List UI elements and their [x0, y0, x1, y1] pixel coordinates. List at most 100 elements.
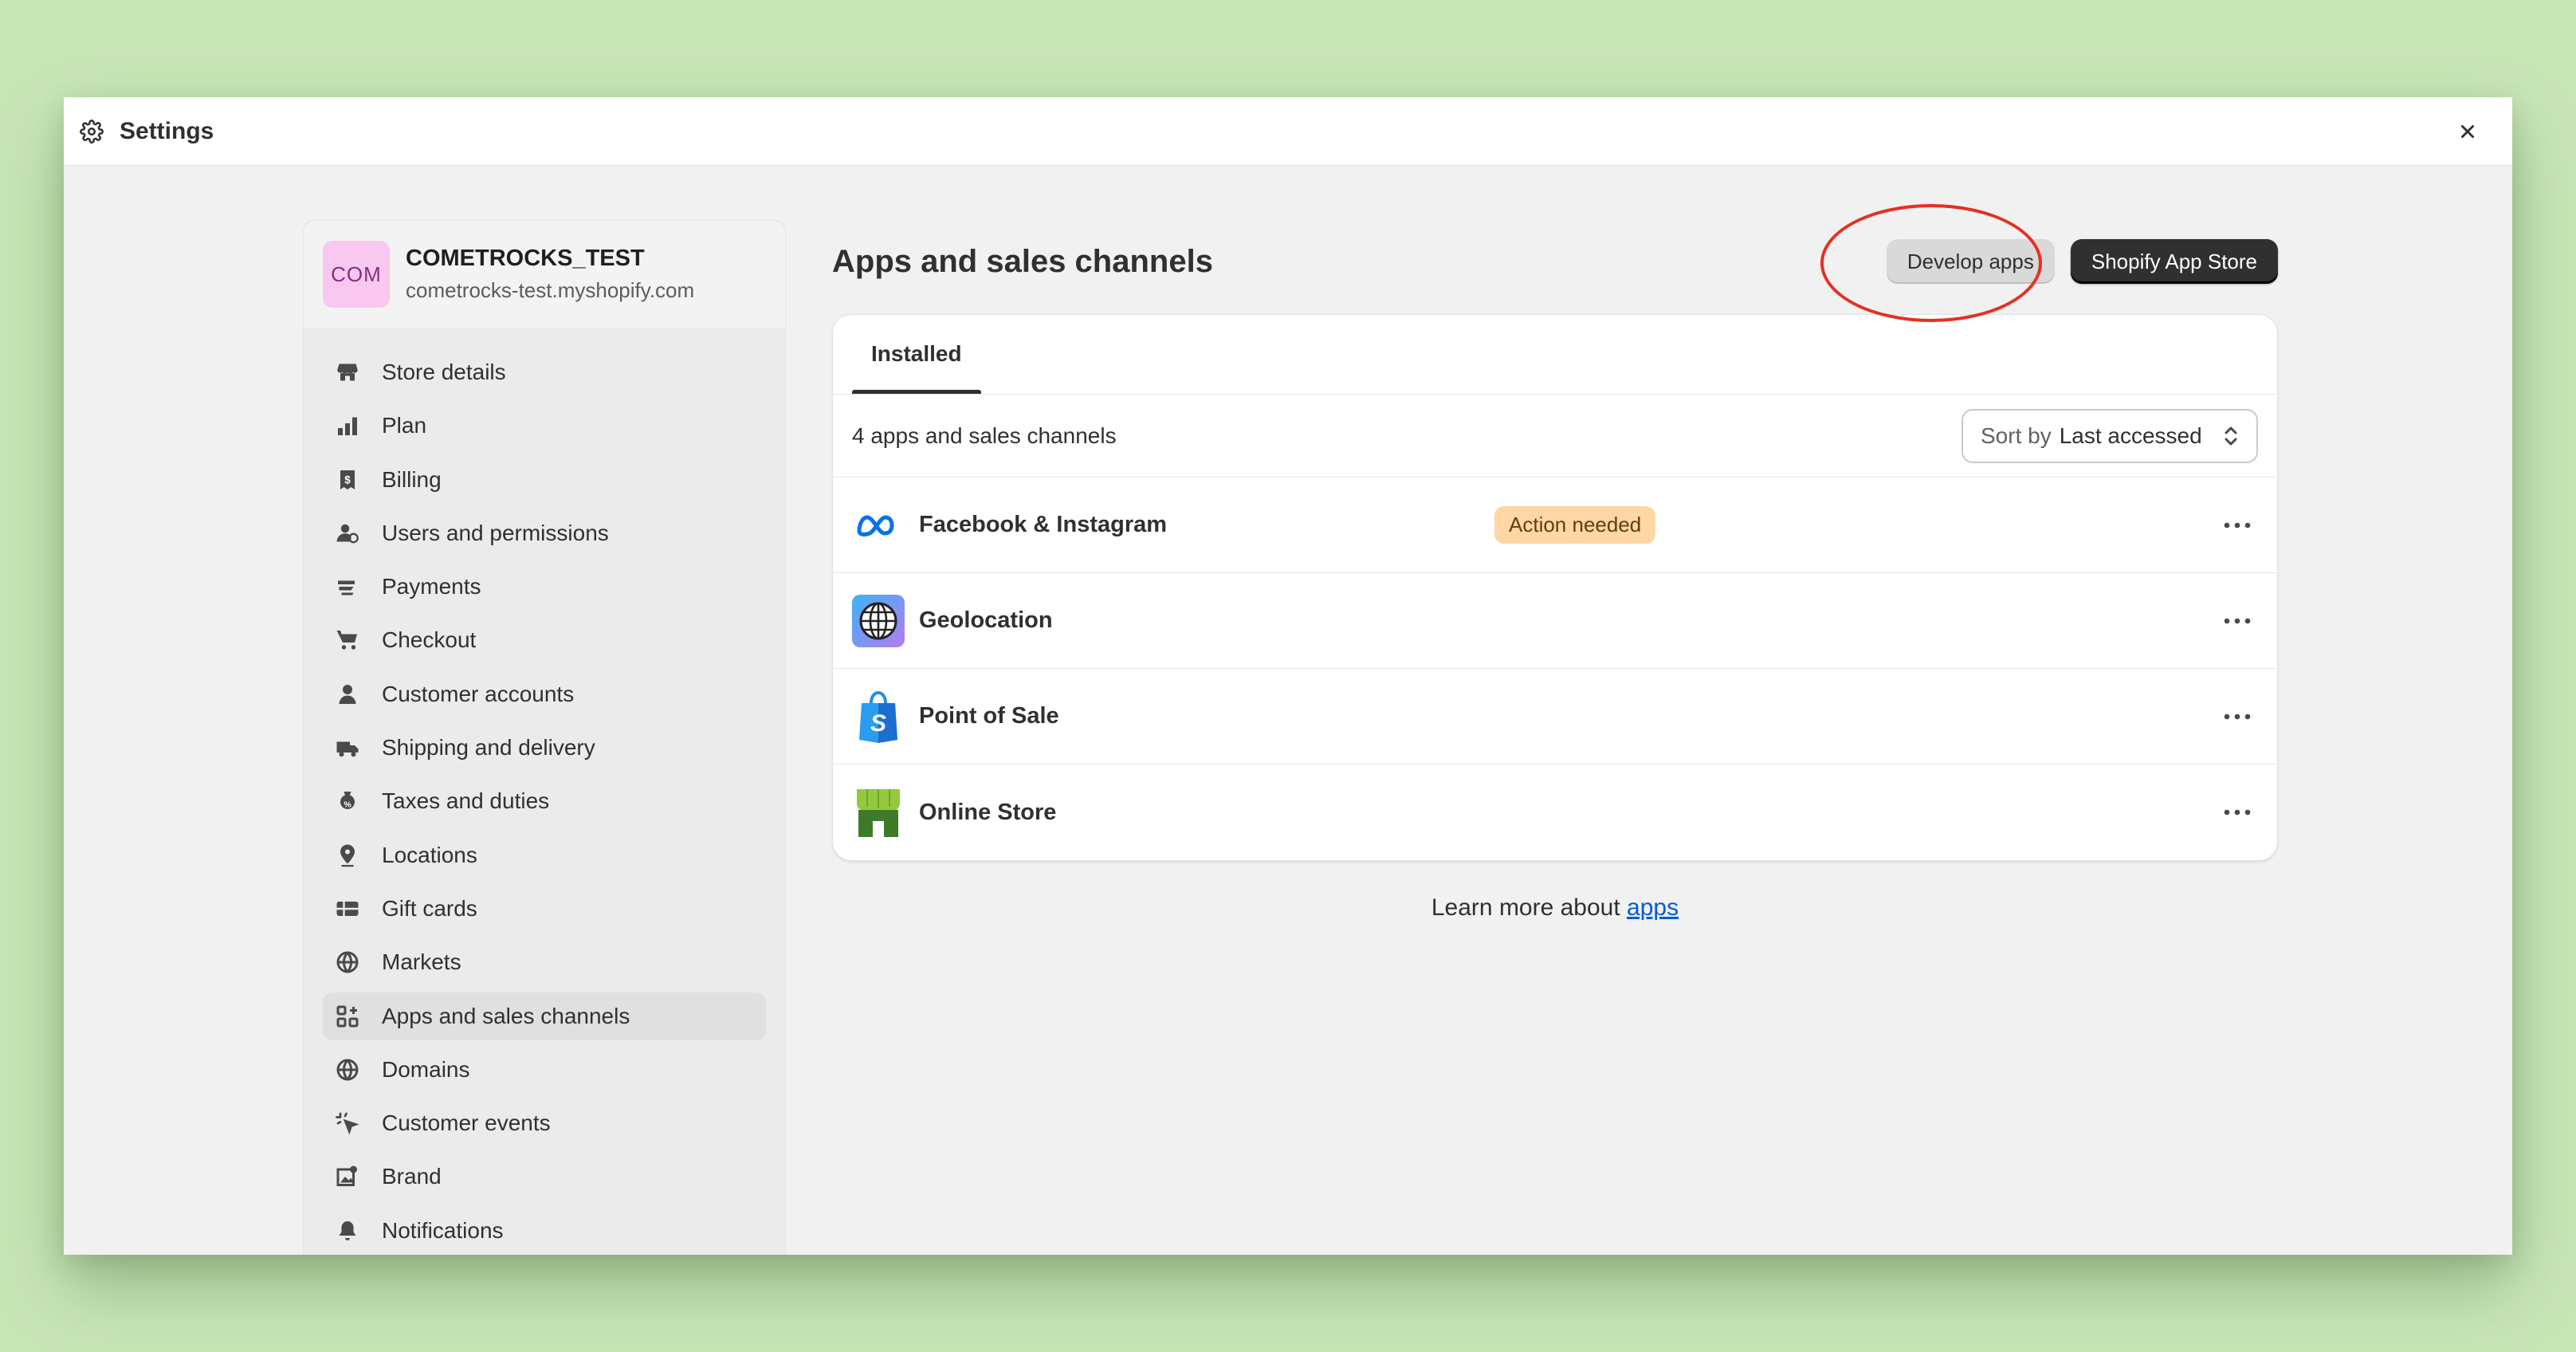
more-actions-icon[interactable] [2217, 792, 2258, 833]
store-info: COMETROCKS_TEST cometrocks-test.myshopif… [406, 246, 694, 303]
apps-count: 4 apps and sales channels [852, 422, 1117, 448]
sidebar-item-markets[interactable]: Markets [323, 938, 766, 986]
app-row[interactable]: S Point of Sale [833, 669, 2277, 764]
sidebar-item-label: Users and permissions [382, 520, 609, 545]
brand-icon [334, 1163, 361, 1190]
online-store-icon [852, 786, 905, 839]
tax-icon: % [334, 788, 361, 815]
sidebar-item-label: Markets [382, 949, 461, 975]
globe-icon [334, 949, 361, 976]
person-icon [334, 681, 361, 708]
gift-card-icon [334, 895, 361, 922]
main-content: Apps and sales channels Develop apps Sho… [832, 204, 2278, 922]
meta-icon [852, 499, 905, 552]
app-name: Point of Sale [919, 703, 1059, 729]
shopify-app-store-button[interactable]: Shopify App Store [2070, 239, 2278, 284]
sort-value: Last accessed [2059, 422, 2202, 448]
users-icon [334, 520, 361, 547]
sidebar-item-users[interactable]: Users and permissions [323, 509, 766, 557]
sidebar-item-label: Locations [382, 842, 477, 867]
status-badge: Action needed [1494, 506, 1656, 544]
plan-icon [334, 412, 361, 439]
app-row[interactable]: Online Store [833, 764, 2277, 860]
sidebar-item-apps[interactable]: Apps and sales channels [323, 992, 766, 1040]
sidebar-item-label: Taxes and duties [382, 788, 550, 814]
tab-bar: Installed [833, 315, 2277, 395]
app-row[interactable]: Geolocation [833, 573, 2277, 669]
cart-icon [334, 627, 361, 654]
sidebar-item-checkout[interactable]: Checkout [323, 616, 766, 664]
learn-more-text: Learn more about apps [832, 894, 2278, 922]
apps-card: Installed 4 apps and sales channels Sort… [832, 314, 2278, 861]
sidebar-item-plan[interactable]: Plan [323, 402, 766, 450]
svg-text:S: S [870, 710, 886, 737]
cursor-icon [334, 1110, 361, 1137]
sidebar-item-label: Plan [382, 413, 427, 438]
svg-text:$: $ [344, 474, 351, 485]
learn-more-prefix: Learn more about [1431, 894, 1620, 921]
sidebar-item-domains[interactable]: Domains [323, 1046, 766, 1094]
sidebar-item-label: Billing [382, 466, 442, 492]
app-name: Online Store [919, 799, 1057, 825]
page-title: Apps and sales channels [832, 243, 1213, 279]
gear-icon [78, 118, 105, 145]
settings-window: Settings COM COMETROCKS_TEST cometrocks-… [64, 97, 2512, 1255]
sidebar-item-label: Store details [382, 360, 506, 384]
payments-icon [334, 573, 361, 600]
bell-icon [334, 1217, 361, 1244]
truck-icon [334, 734, 361, 761]
globe-app-icon [852, 594, 905, 647]
store-avatar: COM [323, 241, 390, 308]
store-icon [334, 359, 361, 386]
window-title: Settings [120, 117, 214, 144]
location-icon [334, 842, 361, 869]
sidebar-item-label: Payments [382, 574, 481, 599]
sort-label: Sort by [1981, 422, 2052, 448]
page-header: Apps and sales channels Develop apps Sho… [832, 233, 2278, 290]
sidebar-item-store-details[interactable]: Store details [323, 348, 766, 396]
sidebar-item-shipping[interactable]: Shipping and delivery [323, 724, 766, 772]
tab-installed[interactable]: Installed [852, 315, 981, 394]
chevron-up-down-icon [2223, 425, 2239, 447]
title-bar: Settings [64, 97, 2512, 166]
settings-sidebar: COM COMETROCKS_TEST cometrocks-test.mysh… [303, 220, 786, 1255]
svg-text:%: % [344, 800, 351, 810]
shopify-bag-icon: S [852, 690, 905, 743]
billing-icon: $ [334, 466, 361, 493]
sidebar-item-taxes[interactable]: % Taxes and duties [323, 777, 766, 825]
sidebar-item-brand[interactable]: Brand [323, 1153, 766, 1201]
more-actions-icon[interactable] [2217, 696, 2258, 737]
sidebar-item-label: Gift cards [382, 895, 477, 921]
app-row[interactable]: Facebook & Instagram Action needed [833, 478, 2277, 573]
sidebar-item-label: Customer accounts [382, 681, 575, 706]
list-toolbar: 4 apps and sales channels Sort by Last a… [833, 395, 2277, 478]
sidebar-item-label: Shipping and delivery [382, 735, 595, 760]
sidebar-item-label: Apps and sales channels [382, 1003, 630, 1028]
apps-icon [334, 1003, 361, 1030]
sidebar-item-gift-cards[interactable]: Gift cards [323, 885, 766, 933]
sidebar-item-customer-events[interactable]: Customer events [323, 1099, 766, 1147]
domains-icon [334, 1056, 361, 1083]
sidebar-item-customer-accounts[interactable]: Customer accounts [323, 670, 766, 718]
app-name: Facebook & Instagram [919, 512, 1168, 537]
sidebar-item-label: Domains [382, 1056, 470, 1082]
sidebar-item-locations[interactable]: Locations [323, 831, 766, 879]
sort-select[interactable]: Sort by Last accessed [1961, 408, 2258, 463]
sidebar-item-label: Checkout [382, 627, 477, 653]
store-domain: cometrocks-test.myshopify.com [406, 278, 695, 302]
sidebar-item-label: Notifications [382, 1217, 504, 1243]
sidebar-item-billing[interactable]: $ Billing [323, 456, 766, 504]
develop-apps-button[interactable]: Develop apps [1886, 239, 2055, 284]
sidebar-item-label: Brand [382, 1164, 442, 1189]
more-actions-icon[interactable] [2217, 600, 2258, 642]
app-name: Geolocation [919, 607, 1053, 633]
settings-nav: Store details Plan $ Billing Users and p… [304, 328, 785, 1255]
close-icon[interactable] [2452, 116, 2484, 147]
store-name: COMETROCKS_TEST [406, 246, 645, 271]
more-actions-icon[interactable] [2217, 505, 2258, 546]
sidebar-item-notifications[interactable]: Notifications [323, 1207, 766, 1255]
store-switcher[interactable]: COM COMETROCKS_TEST cometrocks-test.mysh… [304, 221, 785, 328]
sidebar-item-label: Customer events [382, 1110, 551, 1136]
apps-help-link[interactable]: apps [1627, 894, 1679, 921]
sidebar-item-payments[interactable]: Payments [323, 563, 766, 611]
